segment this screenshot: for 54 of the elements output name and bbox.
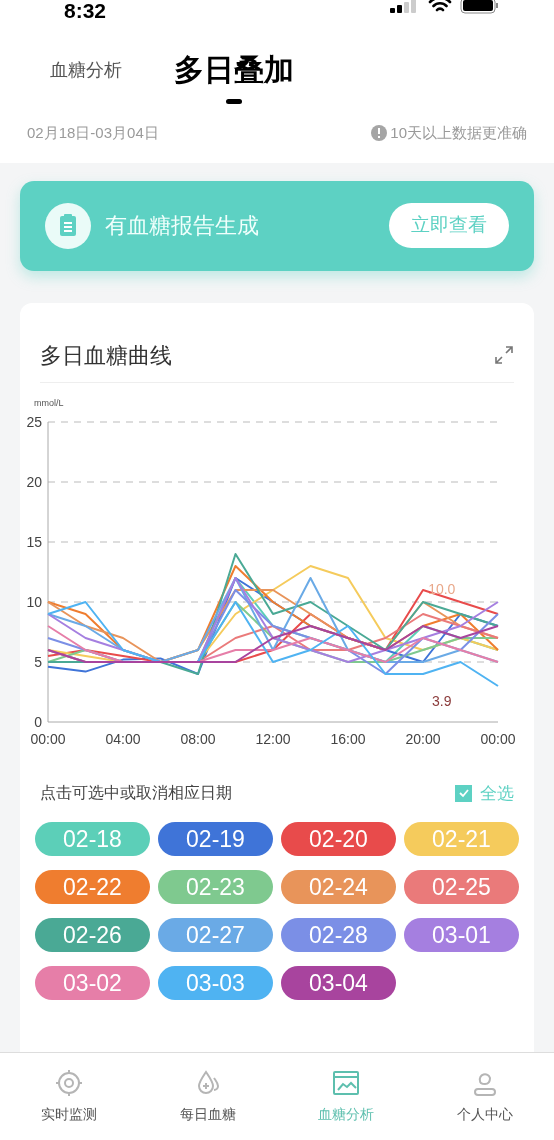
x-tick-label: 12:00 [255,730,291,747]
threshold-label: 3.9 [432,692,452,709]
date-chip[interactable]: 02-26 [35,918,150,952]
wifi-icon [428,0,452,14]
date-chip[interactable]: 02-20 [281,822,396,856]
status-time: 8:32 [64,0,107,21]
date-range: 02月18日-03月04日 [27,123,159,143]
nav-tab[interactable]: 个人中心 [415,1053,554,1140]
date-chip[interactable]: 02-19 [158,822,273,856]
y-tick-label: 5 [34,653,42,670]
x-tick-label: 08:00 [180,730,216,747]
y-tick-label: 0 [34,713,42,730]
date-chip[interactable]: 03-04 [281,966,396,1000]
date-chip[interactable]: 02-18 [35,822,150,856]
date-chip[interactable]: 03-01 [404,918,519,952]
expand-icon[interactable] [494,345,514,365]
y-axis-unit: mmol/L [34,397,64,408]
x-tick-label: 00:00 [480,730,516,747]
chart-title: 多日血糖曲线 [40,341,172,370]
date-chip[interactable]: 02-23 [158,870,273,904]
nav-tab[interactable]: 每日血糖 [138,1053,277,1140]
nav-tab[interactable]: 血糖分析 [277,1053,416,1140]
y-tick-label: 25 [26,413,42,430]
accuracy-hint: 10天以上数据更准确 [390,123,527,143]
x-tick-label: 04:00 [105,730,141,747]
crosshair-icon [54,1068,85,1098]
y-tick-label: 15 [26,533,42,550]
view-now-button[interactable]: 立即查看 [389,203,509,248]
y-tick-label: 20 [26,473,42,490]
date-chip[interactable]: 02-25 [404,870,519,904]
x-tick-label: 16:00 [330,730,366,747]
battery-icon [460,0,500,14]
date-chip[interactable]: 02-24 [281,870,396,904]
date-chip[interactable]: 03-03 [158,966,273,1000]
x-tick-label: 00:00 [30,730,66,747]
banner-text: 有血糖报告生成 [105,212,260,240]
select-all-label: 全选 [480,782,514,805]
tab[interactable]: 多日叠加 [174,47,294,102]
info-icon [371,125,388,142]
select-all-checkbox[interactable] [455,784,472,802]
y-tick-label: 10 [26,593,42,610]
date-chip[interactable]: 02-22 [35,870,150,904]
x-tick-label: 20:00 [405,730,441,747]
date-chip[interactable]: 02-28 [281,918,396,952]
check-icon [457,787,470,800]
tab[interactable]: 血糖分析 [50,57,122,94]
date-chip[interactable]: 02-21 [404,822,519,856]
date-chip[interactable]: 03-02 [35,966,150,1000]
chart-window-icon [331,1068,362,1098]
clipboard-icon [45,202,91,249]
select-hint: 点击可选中或取消相应日期 [40,783,232,804]
threshold-label: 10.0 [428,580,456,597]
nav-tab[interactable]: 实时监测 [0,1053,139,1140]
date-chip[interactable]: 02-27 [158,918,273,952]
